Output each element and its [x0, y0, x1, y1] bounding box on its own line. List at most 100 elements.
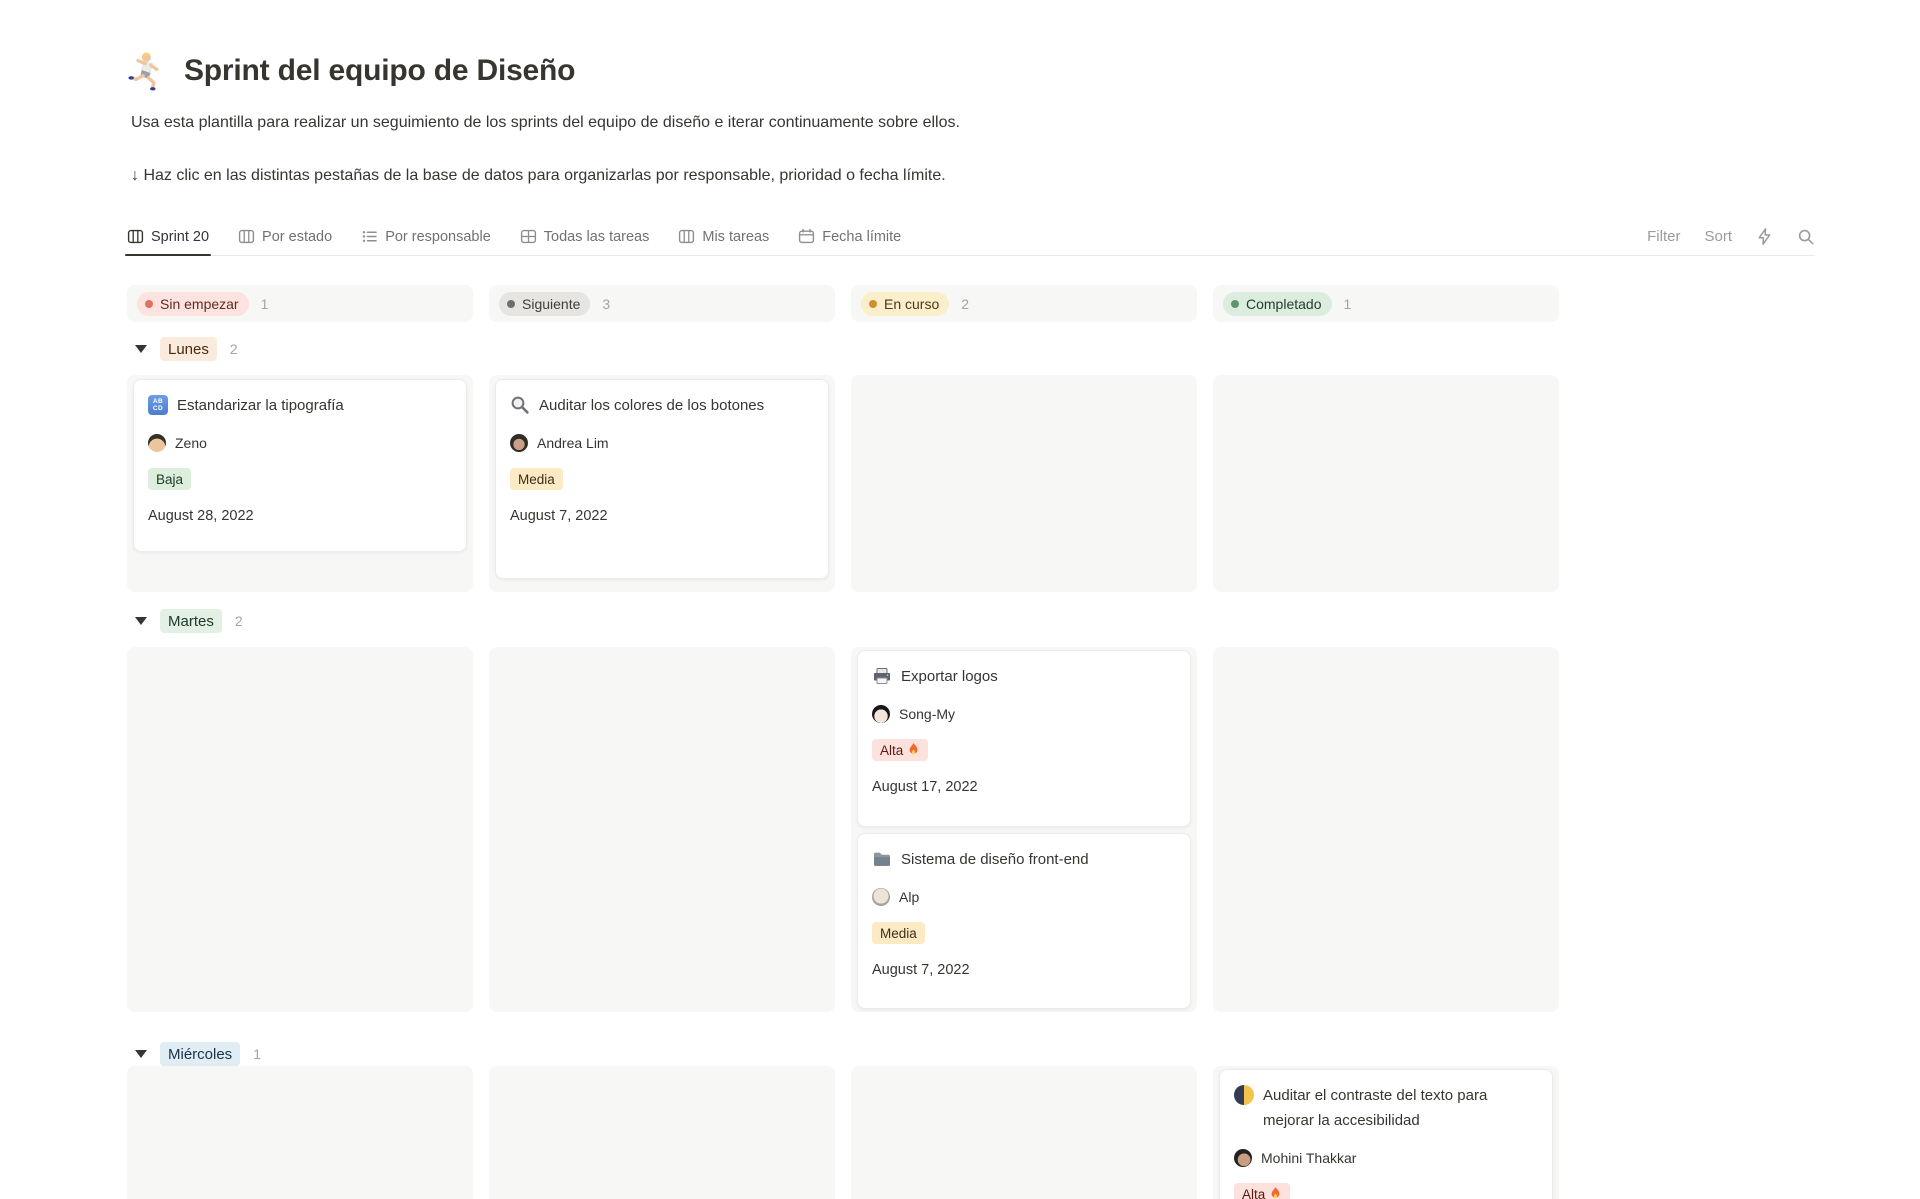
abcd-input-icon — [148, 395, 168, 415]
flame-icon — [907, 742, 920, 759]
column-count: 2 — [961, 296, 969, 312]
sort-button[interactable]: Sort — [1704, 228, 1732, 245]
status-dot — [507, 300, 515, 308]
toggle-lunes-icon[interactable] — [135, 345, 147, 353]
task-card-estandarizar-tipografia[interactable]: Estandarizar la tipografía Zeno Baja Aug… — [133, 379, 467, 552]
lane-column-cell: Auditar el contraste del texto para mejo… — [1213, 1066, 1559, 1199]
status-pill-sin-empezar[interactable]: Sin empezar — [137, 292, 249, 316]
lane-column-cell-empty — [489, 1066, 835, 1199]
toggle-martes-icon[interactable] — [135, 617, 147, 625]
status-dot — [1231, 300, 1239, 308]
folder-icon — [872, 849, 892, 869]
magnifier-icon — [510, 395, 530, 415]
table-view-icon — [520, 228, 537, 245]
priority-tag: Media — [510, 468, 563, 490]
search-icon[interactable] — [1797, 228, 1815, 246]
tab-todas-las-tareas[interactable]: Todas las tareas — [520, 218, 650, 255]
card-title: Exportar logos — [901, 664, 998, 689]
printer-icon — [872, 666, 892, 686]
page-hint: ↓ Haz clic en las distintas pestañas de … — [131, 165, 946, 187]
tab-label: Todas las tareas — [544, 229, 650, 245]
due-date: August 7, 2022 — [510, 507, 814, 525]
lane-column-cell-empty — [1213, 647, 1559, 1012]
task-card-sistema-diseno[interactable]: Sistema de diseño front-end Alp Media Au… — [857, 833, 1191, 1009]
lane-header-martes: Martes 2 — [127, 608, 243, 634]
tab-label: Por responsable — [385, 229, 491, 245]
column-count: 1 — [1344, 296, 1352, 312]
view-controls: Filter Sort — [1647, 228, 1815, 246]
priority-tag: Alta — [1234, 1183, 1290, 1199]
column-header-siguiente: Siguiente 3 — [489, 285, 835, 322]
board-view-icon — [127, 228, 144, 245]
priority-tag: Media — [872, 922, 925, 944]
lane-count: 2 — [230, 341, 238, 357]
assignee-name: Alp — [899, 889, 919, 905]
view-tabs-bar: Sprint 20 Por estado Por responsable Tod… — [127, 218, 1815, 256]
status-dot — [145, 300, 153, 308]
status-label: Sin empezar — [160, 296, 239, 312]
card-title: Sistema de diseño front-end — [901, 847, 1089, 872]
due-date: August 17, 2022 — [872, 778, 1176, 796]
tab-fecha-limite[interactable]: Fecha límite — [798, 218, 901, 255]
status-pill-en-curso[interactable]: En curso — [861, 292, 949, 316]
board-view-icon — [238, 228, 255, 245]
avatar — [872, 705, 890, 723]
due-date: August 28, 2022 — [148, 507, 452, 525]
lane-header-miercoles: Miércoles 1 — [127, 1041, 261, 1067]
assignee-name: Song-My — [899, 706, 955, 722]
status-pill-completado[interactable]: Completado — [1223, 292, 1332, 316]
filter-button[interactable]: Filter — [1647, 228, 1680, 245]
lane-column-cell-empty — [489, 647, 835, 1012]
tab-por-estado[interactable]: Por estado — [238, 218, 332, 255]
lane-column-cell-empty — [851, 1066, 1197, 1199]
flame-icon — [1269, 1186, 1282, 1199]
kanban-board: Sin empezar 1 Siguiente 3 En curso 2 Com… — [127, 285, 1559, 1199]
task-card-auditar-colores[interactable]: Auditar los colores de los botones Andre… — [495, 379, 829, 579]
priority-tag: Baja — [148, 468, 191, 490]
task-card-exportar-logos[interactable]: Exportar logos Song-My Alta August 17, 2… — [857, 650, 1191, 827]
status-dot — [869, 300, 877, 308]
lane-pill-miercoles[interactable]: Miércoles — [160, 1042, 240, 1066]
tab-por-responsable[interactable]: Por responsable — [361, 218, 491, 255]
lightning-icon[interactable] — [1756, 228, 1773, 245]
column-count: 3 — [602, 296, 610, 312]
tab-label: Sprint 20 — [151, 229, 209, 245]
card-title: Auditar el contraste del texto para mejo… — [1263, 1083, 1538, 1133]
lane-header-lunes: Lunes 2 — [127, 336, 238, 362]
card-title: Estandarizar la tipografía — [177, 393, 344, 418]
avatar — [1234, 1149, 1252, 1167]
notion-page: Sprint del equipo de Diseño Usa esta pla… — [0, 0, 1920, 1199]
column-header-en-curso: En curso 2 — [851, 285, 1197, 322]
lane-column-cell: Auditar los colores de los botones Andre… — [489, 375, 835, 592]
priority-tag: Alta — [872, 739, 928, 761]
avatar — [148, 434, 166, 452]
tab-label: Fecha límite — [822, 229, 901, 245]
page-header: Sprint del equipo de Diseño — [128, 50, 575, 92]
status-label: Siguiente — [522, 296, 580, 312]
lane-pill-martes[interactable]: Martes — [160, 609, 222, 633]
list-view-icon — [361, 228, 378, 245]
status-label: Completado — [1246, 296, 1322, 312]
avatar — [872, 888, 890, 906]
status-pill-siguiente[interactable]: Siguiente — [499, 292, 590, 316]
lane-count: 1 — [253, 1046, 261, 1062]
lane-column-cell-empty — [1213, 375, 1559, 592]
calendar-view-icon — [798, 228, 815, 245]
card-title: Auditar los colores de los botones — [539, 393, 764, 418]
tab-mis-tareas[interactable]: Mis tareas — [678, 218, 769, 255]
tab-sprint-20[interactable]: Sprint 20 — [127, 218, 209, 255]
lane-count: 2 — [235, 613, 243, 629]
lane-column-cell-empty — [127, 1066, 473, 1199]
page-title: Sprint del equipo de Diseño — [184, 54, 575, 88]
lane-column-cell: Exportar logos Song-My Alta August 17, 2… — [851, 647, 1197, 1012]
column-count: 1 — [261, 296, 269, 312]
assignee-name: Mohini Thakkar — [1261, 1150, 1356, 1166]
task-card-auditar-contraste[interactable]: Auditar el contraste del texto para mejo… — [1219, 1069, 1553, 1199]
lane-column-cell-empty — [127, 647, 473, 1012]
tab-label: Mis tareas — [702, 229, 769, 245]
runner-emoji-icon — [128, 50, 170, 92]
lane-column-cell-empty — [851, 375, 1197, 592]
lane-pill-lunes[interactable]: Lunes — [160, 337, 217, 361]
column-header-sin-empezar: Sin empezar 1 — [127, 285, 473, 322]
toggle-miercoles-icon[interactable] — [135, 1050, 147, 1058]
